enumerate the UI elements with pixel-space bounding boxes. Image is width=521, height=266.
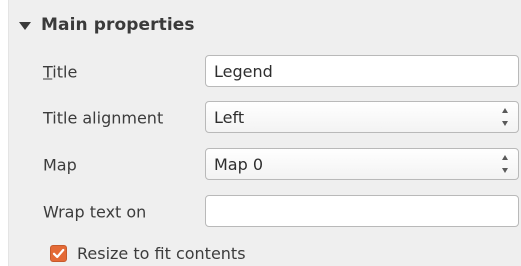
- checkmark-icon: [52, 248, 65, 258]
- title-input-value: Legend: [214, 61, 273, 81]
- group-title: Main properties: [41, 15, 195, 35]
- map-value: Map 0: [214, 154, 264, 174]
- item-properties-panel: Main properties Title Legend Title align…: [8, 0, 521, 266]
- wrap-text-row: Wrap text on: [43, 195, 519, 229]
- map-combobox[interactable]: Map 0: [205, 148, 519, 180]
- title-label: Title: [43, 62, 78, 82]
- main-properties-group-header[interactable]: Main properties: [19, 14, 195, 36]
- title-alignment-combobox[interactable]: Left: [205, 101, 519, 133]
- resize-to-fit-checkbox-row[interactable]: Resize to fit contents: [50, 242, 246, 264]
- wrap-text-input[interactable]: [205, 195, 519, 227]
- combo-arrows-icon: [500, 155, 510, 173]
- combo-arrows-icon: [500, 108, 510, 126]
- map-row: Map Map 0: [43, 148, 519, 182]
- title-alignment-label: Title alignment: [43, 108, 164, 128]
- title-alignment-row: Title alignment Left: [43, 101, 519, 135]
- title-alignment-value: Left: [214, 107, 245, 127]
- wrap-text-label: Wrap text on: [43, 202, 147, 222]
- collapse-triangle-icon[interactable]: [19, 21, 31, 30]
- title-input[interactable]: Legend: [205, 55, 519, 87]
- title-row: Title Legend: [43, 55, 519, 89]
- resize-to-fit-checkbox[interactable]: [50, 244, 67, 262]
- map-label: Map: [43, 155, 77, 175]
- resize-to-fit-label: Resize to fit contents: [77, 243, 246, 263]
